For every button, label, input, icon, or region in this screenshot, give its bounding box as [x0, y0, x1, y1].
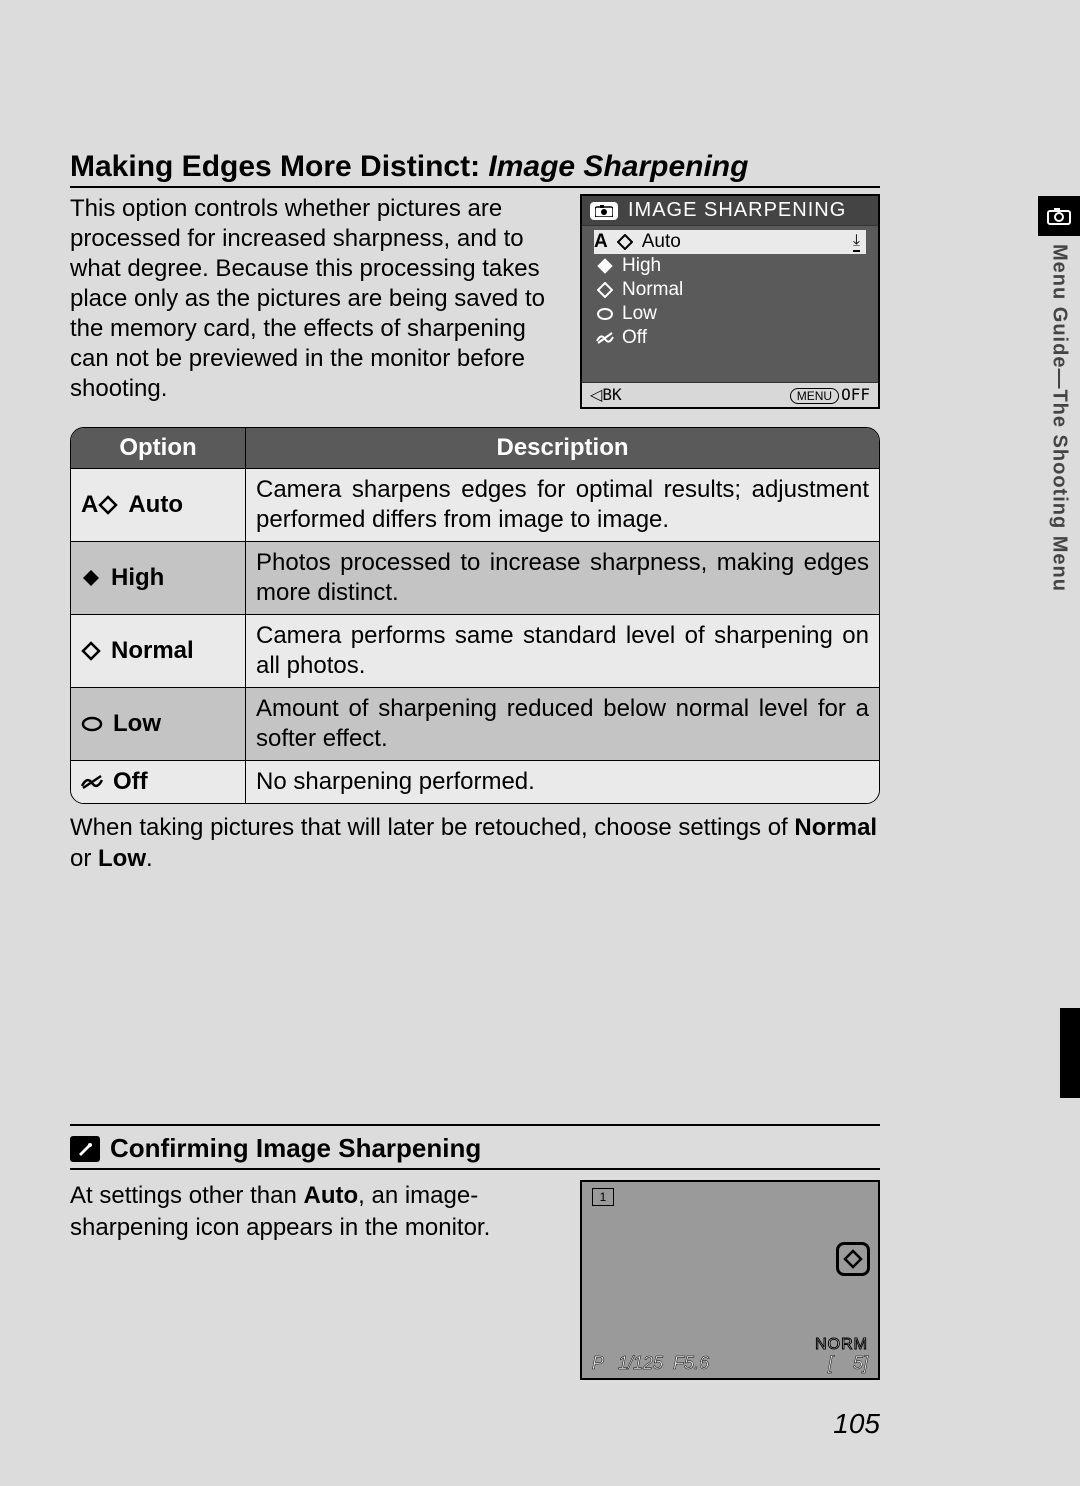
table-row: A Auto Camera sharpens edges for optimal…: [71, 468, 879, 541]
option-description: Amount of sharpening reduced below norma…: [246, 687, 879, 760]
auto-prefix-letter: A: [594, 231, 608, 253]
option-description: No sharpening performed.: [246, 760, 879, 803]
camera-menu-items: A Auto ⤓ High Normal Low: [582, 226, 878, 382]
page-edge-marker: [1060, 1008, 1080, 1098]
option-name: Off: [113, 768, 148, 796]
option-auto: A Auto: [81, 491, 235, 519]
diamond-filled-icon: [81, 568, 101, 588]
table-row: High Photos processed to increase sharpn…: [71, 541, 879, 614]
camera-menu-footer: ◁BK MENUOFF: [582, 382, 878, 407]
subsection-heading: Confirming Image Sharpening: [110, 1133, 481, 1164]
option-description: Camera performs same standard level of s…: [246, 614, 879, 687]
option-name: Auto: [128, 491, 183, 519]
option-name: Low: [113, 710, 161, 738]
page-number: 105: [833, 1408, 880, 1440]
enter-icon: ⤓: [853, 232, 860, 252]
option-off: Off: [81, 768, 235, 796]
subsection: Confirming Image Sharpening At settings …: [70, 1124, 880, 1380]
option-description: Camera sharpens edges for optimal result…: [246, 468, 879, 541]
camera-menu-item-label: High: [622, 255, 661, 277]
diamond-outline-icon: [81, 641, 101, 661]
menu-off-hint: MENUOFF: [790, 385, 870, 405]
camera-menu-screenshot: IMAGE SHARPENING A Auto ⤓ High Normal: [580, 194, 880, 409]
oval-icon: [594, 307, 616, 321]
camera-menu-item-label: Auto: [642, 231, 681, 253]
camera-menu-item-low: Low: [594, 302, 866, 326]
option-high: High: [81, 564, 235, 592]
subsection-text: At settings other than Auto, an image-sh…: [70, 1180, 560, 1380]
quality-indicator: NORM: [815, 1336, 868, 1354]
camera-menu-item-label: Off: [622, 327, 647, 349]
table-row: Low Amount of sharpening reduced below n…: [71, 687, 879, 760]
note-paragraph: When taking pictures that will later be …: [70, 812, 880, 874]
camera-menu-item-label: Low: [622, 303, 657, 325]
oval-icon: [81, 716, 103, 732]
table-row: Normal Camera performs same standard lev…: [71, 614, 879, 687]
options-table: Option Description A Auto Camera sharpen…: [70, 427, 880, 804]
diamond-filled-icon: [594, 258, 616, 274]
side-tab-label: Menu Guide—The Shooting Menu: [1048, 244, 1071, 592]
option-low: Low: [81, 710, 235, 738]
option-name: Normal: [111, 637, 194, 665]
camera-menu-title: IMAGE SHARPENING: [628, 199, 846, 222]
camera-menu-item-auto: A Auto ⤓: [594, 230, 866, 254]
wave-off-icon: [81, 774, 103, 790]
option-description: Photos processed to increase sharpness, …: [246, 541, 879, 614]
memory-card-icon: 1: [592, 1188, 614, 1206]
page-title: Making Edges More Distinct: Image Sharpe…: [70, 150, 880, 188]
camera-menu-item-label: Normal: [622, 279, 683, 301]
back-hint: ◁BK: [590, 385, 622, 405]
option-name: High: [111, 564, 164, 592]
camera-menu-item-normal: Normal: [594, 278, 866, 302]
option-normal: Normal: [81, 637, 235, 665]
sharpening-indicator-icon: [836, 1242, 870, 1276]
note-icon: [70, 1136, 100, 1162]
page-title-emph: Image Sharpening: [488, 150, 748, 183]
intro-paragraph: This option controls whether pictures ar…: [70, 194, 560, 409]
camera-icon: [590, 202, 618, 220]
camera-icon: [1038, 196, 1080, 236]
camera-menu-header: IMAGE SHARPENING: [582, 196, 878, 226]
diamond-outline-icon: [594, 282, 616, 298]
camera-menu-item-high: High: [594, 254, 866, 278]
table-header-option: Option: [71, 428, 246, 468]
monitor-status-bar: P1/125F5.6 [5]: [592, 1353, 868, 1374]
diamond-outline-icon: [98, 495, 118, 515]
wave-off-icon: [594, 331, 616, 345]
table-header-description: Description: [246, 428, 879, 468]
table-row: Off No sharpening performed.: [71, 760, 879, 803]
page-title-prefix: Making Edges More Distinct:: [70, 150, 488, 183]
side-tab: Menu Guide—The Shooting Menu: [1038, 196, 1080, 592]
diamond-outline-icon: [614, 234, 636, 250]
camera-menu-item-off: Off: [594, 326, 866, 350]
monitor-screenshot: 1 NORM P1/125F5.6 [5]: [580, 1180, 880, 1380]
